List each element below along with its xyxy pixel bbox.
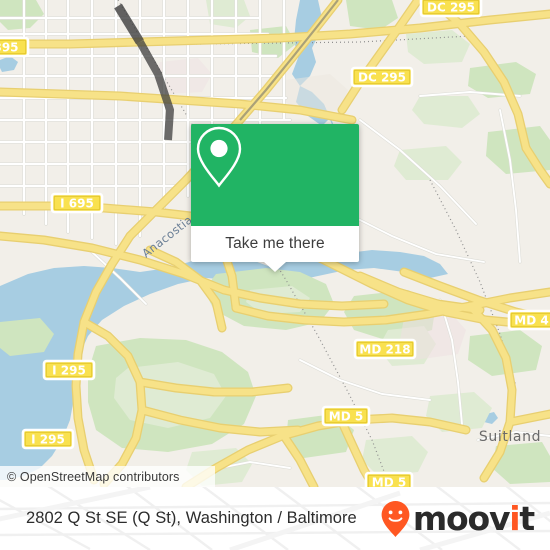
svg-text:MD 4: MD 4	[514, 313, 548, 327]
svg-text:DC 295: DC 295	[358, 70, 406, 84]
road-shield-dc-295-north: DC 295	[419, 0, 483, 18]
road-shield-i-295-south: I 295	[21, 428, 75, 450]
map-pin-icon	[196, 126, 242, 188]
svg-text:MD 5: MD 5	[372, 475, 406, 487]
svg-text:I 695: I 695	[60, 196, 94, 210]
popup-tail	[264, 262, 286, 272]
road-shield-i-295-north: I 295	[42, 359, 96, 381]
road-shield-md-218: MD 218	[353, 338, 417, 360]
svg-text:MD 218: MD 218	[359, 342, 410, 356]
osm-attribution-text: © OpenStreetMap contributors	[7, 469, 180, 484]
take-me-there-popup[interactable]: Take me there	[191, 124, 359, 272]
road-shield-md-5-lower: MD 5	[364, 471, 414, 487]
svg-text:DC 295: DC 295	[427, 0, 475, 14]
popup-header	[191, 124, 359, 226]
popup-footer[interactable]: Take me there	[191, 226, 359, 272]
moovit-logo[interactable]: moovit	[380, 499, 535, 538]
road-shield-dc-295-west: DC 295	[350, 66, 414, 88]
moovit-smiley-pin-icon	[381, 500, 410, 537]
moovit-wordmark: moovit	[412, 499, 535, 538]
svg-text:I 295: I 295	[31, 432, 65, 446]
road-shield-i-395: 395	[0, 36, 30, 58]
address-label: 2802 Q St SE (Q St), Washington / Baltim…	[26, 509, 357, 527]
take-me-there-label: Take me there	[225, 235, 325, 252]
svg-text:395: 395	[0, 40, 19, 54]
svg-text:MD 5: MD 5	[329, 409, 363, 423]
map-canvas[interactable]: .w{fill:#a7cde2} .pk{fill:#cfe5bf} .pk2{…	[0, 0, 550, 487]
screenshot-root: .w{fill:#a7cde2} .pk{fill:#cfe5bf} .pk2{…	[0, 0, 550, 550]
svg-text:I 295: I 295	[52, 363, 86, 377]
road-shield-md-5-upper: MD 5	[321, 405, 371, 427]
road-shield-md-4: MD 4	[507, 309, 550, 331]
road-shield-i-695: I 695	[50, 192, 104, 214]
footer-bar: 2802 Q St SE (Q St), Washington / Baltim…	[0, 487, 550, 550]
osm-attribution[interactable]: © OpenStreetMap contributors	[0, 466, 215, 487]
